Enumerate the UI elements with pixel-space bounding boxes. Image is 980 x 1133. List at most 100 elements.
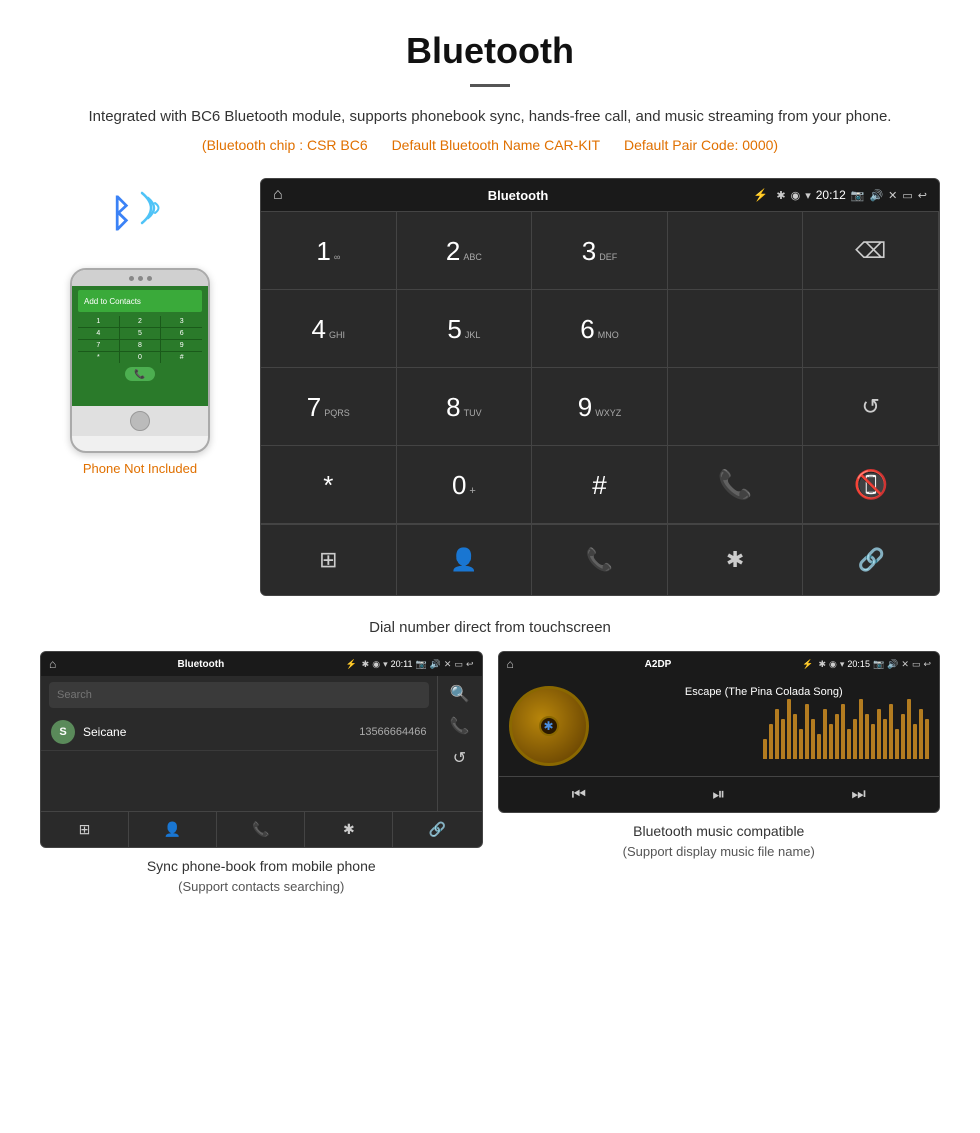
pb-bt-icon: ✱: [362, 659, 370, 670]
dial-key-2[interactable]: 2 ABC: [397, 212, 533, 290]
phonebook-main: S Seicane 13566664466: [41, 676, 437, 811]
page-title: Bluetooth: [60, 30, 920, 72]
window-icon: ▭: [902, 189, 912, 202]
pb-bluetooth-icon: ✱: [343, 821, 355, 838]
location-icon: ◉: [791, 189, 801, 202]
phone-key: *: [78, 352, 119, 363]
close-icon[interactable]: ✕: [888, 189, 897, 202]
dial-bottom-row: ⊞ 👤 📞 ✱ 🔗: [261, 524, 939, 595]
dial-bottom-contacts-button[interactable]: 👤: [397, 525, 533, 595]
dial-screen: ⌂ Bluetooth ⚡ ✱ ◉ ▾ 20:12 📷 🔊 ✕ ▭ ↩ 1 ∞: [260, 178, 940, 596]
phone-key: 1: [78, 316, 119, 327]
phone-key: 6: [161, 328, 202, 339]
pb-contacts-button[interactable]: 👤: [129, 812, 217, 847]
viz-bar: [901, 714, 905, 759]
music-bt-icon: ✱: [818, 659, 826, 670]
viz-bar: [805, 704, 809, 759]
viz-bar: [871, 724, 875, 759]
grid-icon: ⊞: [319, 547, 337, 573]
pb-bluetooth-button[interactable]: ✱: [305, 812, 393, 847]
pb-contacts-icon: 👤: [164, 821, 181, 838]
bottom-screens: ⌂ Bluetooth ⚡ ✱ ◉ ▾ 20:11 📷 🔊 ✕ ▭ ↩: [0, 651, 980, 917]
pb-phone-icon: 📞: [252, 821, 269, 838]
dial-key-star[interactable]: *: [261, 446, 397, 524]
pb-link-button[interactable]: 🔗: [393, 812, 481, 847]
viz-bar: [865, 714, 869, 759]
contact-avatar: S: [51, 720, 75, 744]
viz-bar: [781, 719, 785, 759]
contact-name: Seicane: [83, 725, 359, 739]
phonebook-caption-main: Sync phone-book from mobile phone: [147, 856, 376, 877]
pb-search-side-icon[interactable]: 🔍: [450, 684, 470, 704]
dial-key-1[interactable]: 1 ∞: [261, 212, 397, 290]
music-back-icon[interactable]: ↩: [923, 659, 931, 670]
viz-bar: [895, 729, 899, 759]
dial-hangup-button[interactable]: 📵: [803, 446, 939, 524]
home-icon[interactable]: ⌂: [273, 186, 283, 204]
music-close-icon[interactable]: ✕: [901, 659, 909, 670]
phone-key: 7: [78, 340, 119, 351]
pb-grid-button[interactable]: ⊞: [41, 812, 129, 847]
pb-phone-button[interactable]: 📞: [217, 812, 305, 847]
dial-key-5[interactable]: 5 JKL: [397, 290, 533, 368]
phonebook-statusbar: ⌂ Bluetooth ⚡ ✱ ◉ ▾ 20:11 📷 🔊 ✕ ▭ ↩: [41, 652, 482, 676]
viz-bar: [787, 699, 791, 759]
camera-icon: 📷: [851, 189, 865, 202]
viz-bar: [883, 719, 887, 759]
dial-bottom-bluetooth-button[interactable]: ✱: [668, 525, 804, 595]
dial-backspace-button[interactable]: ⌫: [803, 212, 939, 290]
music-vol-icon: 🔊: [887, 659, 898, 670]
skip-back-button[interactable]: ⏮: [572, 786, 586, 804]
dial-refresh-button[interactable]: ↺: [803, 368, 939, 446]
dial-bottom-grid-button[interactable]: ⊞: [261, 525, 397, 595]
phone-key: 4: [78, 328, 119, 339]
pb-usb-icon: ⚡: [345, 659, 356, 670]
dial-key-4[interactable]: 4 GHI: [261, 290, 397, 368]
dial-call-button[interactable]: 📞: [668, 446, 804, 524]
search-input[interactable]: [57, 689, 421, 701]
pb-back-icon[interactable]: ↩: [466, 659, 474, 670]
viz-bar: [829, 724, 833, 759]
dial-key-3[interactable]: 3 DEF: [532, 212, 668, 290]
play-pause-button[interactable]: ⏯: [712, 786, 725, 804]
dial-key-hash[interactable]: #: [532, 446, 668, 524]
dial-key-6[interactable]: 6 MNO: [532, 290, 668, 368]
dial-key-0[interactable]: 0 +: [397, 446, 533, 524]
music-time: 20:15: [847, 659, 870, 669]
pb-status-icons: ✱ ◉ ▾ 20:11 📷 🔊 ✕ ▭ ↩: [362, 659, 474, 670]
page-header: Bluetooth Integrated with BC6 Bluetooth …: [0, 0, 980, 163]
viz-bar: [889, 704, 893, 759]
phone-keypad: 1 2 3 4 5 6 7 8 9 * 0 #: [78, 316, 202, 363]
back-icon[interactable]: ↩: [918, 189, 927, 202]
dial-cell-empty-2: [668, 290, 804, 368]
music-loc-icon: ◉: [829, 659, 837, 670]
main-section: ᛒ Add to Contacts 1: [0, 163, 980, 611]
contacts-icon: 👤: [450, 547, 477, 573]
viz-bar: [811, 719, 815, 759]
viz-bar: [799, 729, 803, 759]
dial-statusbar: ⌂ Bluetooth ⚡ ✱ ◉ ▾ 20:12 📷 🔊 ✕ ▭ ↩: [261, 179, 939, 211]
skip-forward-button[interactable]: ⏭: [851, 786, 865, 804]
bt-music-icon: ✱: [543, 719, 553, 733]
dial-bottom-link-button[interactable]: 🔗: [803, 525, 939, 595]
pb-refresh-side-icon[interactable]: ↺: [453, 748, 466, 768]
phonebook-screen: ⌂ Bluetooth ⚡ ✱ ◉ ▾ 20:11 📷 🔊 ✕ ▭ ↩: [40, 651, 483, 848]
music-usb-icon: ⚡: [802, 659, 813, 670]
dial-key-8[interactable]: 8 TUV: [397, 368, 533, 446]
bluetooth-icon: ᛒ: [110, 193, 133, 236]
pb-phone-side-icon[interactable]: 📞: [450, 716, 470, 736]
pb-home-icon[interactable]: ⌂: [49, 657, 56, 671]
phone-not-included-label: Phone Not Included: [83, 461, 197, 476]
music-home-icon[interactable]: ⌂: [507, 657, 514, 671]
music-visualizer: Escape (The Pina Colada Song): [599, 686, 930, 766]
dial-key-9[interactable]: 9 WXYZ: [532, 368, 668, 446]
dial-key-7[interactable]: 7 PQRS: [261, 368, 397, 446]
pb-close-icon[interactable]: ✕: [444, 659, 452, 670]
dial-bottom-phone-button[interactable]: 📞: [532, 525, 668, 595]
phone-screen-top: Add to Contacts: [78, 290, 202, 312]
phone-dot: [138, 276, 143, 281]
viz-bar: [763, 739, 767, 759]
phonebook-search-bar[interactable]: [49, 682, 429, 708]
contact-entry[interactable]: S Seicane 13566664466: [41, 714, 437, 751]
pb-win-icon: ▭: [454, 659, 463, 670]
